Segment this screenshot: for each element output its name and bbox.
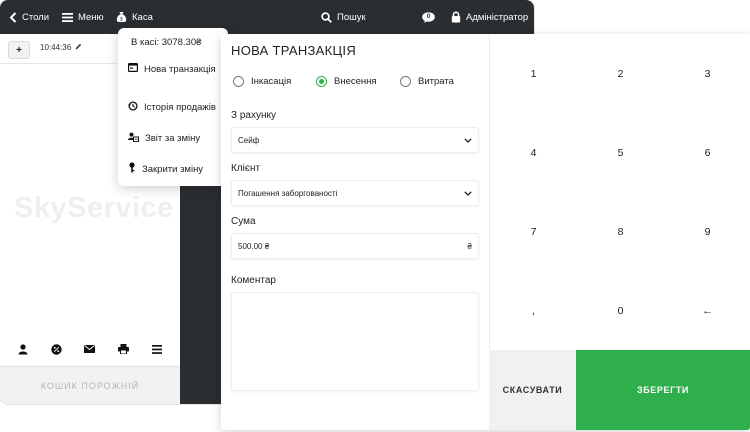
new-transaction-modal: НОВА ТРАНЗАКЦІЯ Інкасація Внесення Витра… (221, 34, 750, 430)
notifications-count: 0 (426, 12, 431, 20)
customer-icon[interactable] (12, 338, 34, 360)
radio-circle-icon (233, 76, 244, 87)
report-icon (128, 132, 139, 145)
menu-item-label: Нова транзакція (144, 63, 216, 75)
menu-item-sales-history[interactable]: Історія продажів (128, 101, 216, 114)
client-label: Клієнт (231, 163, 261, 174)
transaction-type-group: Інкасація Внесення Витрата (231, 76, 481, 92)
save-button[interactable]: ЗБЕРЕГТИ (576, 350, 750, 430)
key-2[interactable]: 2 (577, 34, 664, 113)
radio-checked-icon (316, 76, 327, 87)
top-bar: Столи Меню $ Каса Пошук 0 Адміністратор (0, 0, 534, 34)
radio-label: Інкасація (251, 76, 292, 87)
tables-button[interactable]: Столи (9, 0, 49, 34)
hryvnia-icon: ₴ (467, 241, 472, 251)
account-label: З рахунку (231, 110, 276, 121)
add-order-button[interactable]: + (8, 41, 30, 59)
svg-text:$: $ (120, 17, 123, 23)
key-5[interactable]: 5 (577, 113, 664, 192)
cash-label: Каса (132, 11, 153, 23)
transaction-form: НОВА ТРАНЗАКЦІЯ Інкасація Внесення Витра… (221, 34, 489, 430)
numeric-keypad: 1 2 3 4 5 6 7 8 9, 0 ← (489, 34, 750, 350)
money-bag-icon: $ (116, 11, 127, 23)
key-6[interactable]: 6 (664, 113, 750, 192)
user-label: Адміністратор (466, 11, 529, 23)
transaction-icon (128, 63, 139, 75)
cart-empty-label: КОШИК ПОРОЖНІЙ (0, 366, 180, 404)
radio-circle-icon (400, 76, 411, 87)
key-8[interactable]: 8 (577, 192, 664, 271)
comment-textarea[interactable] (231, 292, 479, 391)
comment-label: Коментар (231, 275, 276, 286)
amount-label: Сума (231, 216, 256, 227)
amount-value: 500.00 ₴ (238, 241, 270, 251)
more-menu-icon[interactable] (146, 338, 168, 360)
notifications-button[interactable]: 0 (422, 0, 435, 34)
hamburger-icon (62, 12, 73, 22)
radio-deposit[interactable]: Внесення (316, 76, 377, 87)
chevron-down-icon (464, 136, 472, 145)
menu-item-shift-report[interactable]: Звіт за зміну (128, 132, 200, 145)
user-button[interactable]: Адміністратор (451, 0, 528, 34)
menu-item-label: Історія продажів (144, 102, 216, 113)
key-comma[interactable]: , (490, 271, 577, 350)
key-1[interactable]: 1 (490, 34, 577, 113)
backspace-key[interactable]: ← (664, 271, 750, 350)
menu-label: Меню (78, 11, 104, 23)
cash-balance: В касі: 3078.30₴ (131, 37, 202, 48)
cash-dropdown: В касі: 3078.30₴ Нова транзакція Історія… (118, 28, 228, 186)
search-label: Пошук (337, 11, 366, 23)
watermark-logo: SkyService (14, 192, 174, 224)
history-icon (128, 101, 138, 114)
account-value: Сейф (238, 135, 260, 145)
print-icon[interactable] (113, 338, 135, 360)
search-button[interactable]: Пошук (321, 0, 366, 34)
key-0[interactable]: 0 (577, 271, 664, 350)
discount-icon[interactable] (45, 338, 67, 360)
mail-icon[interactable] (79, 338, 101, 360)
chevron-left-icon (9, 11, 17, 23)
account-select[interactable]: Сейф (231, 127, 479, 153)
radio-label: Витрата (418, 76, 454, 87)
key-7[interactable]: 7 (490, 192, 577, 271)
search-icon (321, 11, 332, 23)
menu-item-new-transaction[interactable]: Нова транзакція (128, 63, 216, 75)
order-time: 10:44:36 (40, 43, 72, 52)
chat-bubble-icon: 0 (422, 11, 435, 23)
order-tab[interactable]: 10:44:36 (40, 43, 82, 52)
key-3[interactable]: 3 (664, 34, 750, 113)
order-actions (0, 335, 180, 363)
client-value: Погашення заборгованості (238, 188, 338, 198)
radio-label: Внесення (334, 76, 377, 87)
radio-expense[interactable]: Витрата (400, 76, 454, 87)
key-icon (128, 162, 136, 176)
menu-button[interactable]: Меню (62, 0, 104, 34)
amount-input[interactable]: 500.00 ₴ ₴ (231, 233, 479, 259)
tables-label: Столи (22, 11, 50, 23)
menu-item-label: Звіт за зміну (145, 133, 201, 144)
key-9[interactable]: 9 (664, 192, 750, 271)
client-select[interactable]: Погашення заборгованості (231, 180, 479, 206)
radio-collection[interactable]: Інкасація (233, 76, 291, 87)
pencil-icon (75, 43, 82, 52)
key-4[interactable]: 4 (490, 113, 577, 192)
chevron-down-icon (464, 189, 472, 198)
menu-item-close-shift[interactable]: Закрити зміну (128, 162, 203, 176)
modal-title: НОВА ТРАНЗАКЦІЯ (231, 43, 357, 58)
cancel-button[interactable]: СКАСУВАТИ (489, 350, 576, 430)
menu-item-label: Закрити зміну (142, 163, 204, 175)
lock-icon (451, 11, 461, 23)
